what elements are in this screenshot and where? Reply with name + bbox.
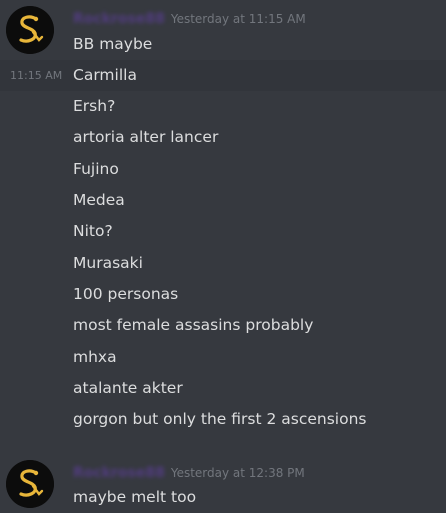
message-row: Nito? <box>0 216 446 247</box>
message-text: 100 personas <box>73 285 179 303</box>
message-row: Ersh? <box>0 91 446 122</box>
timestamp[interactable]: Yesterday at 12:38 PM <box>171 466 305 480</box>
chat-messages: Rockrose88 Yesterday at 11:15 AM BB maybe… <box>0 0 446 512</box>
message-text: most female assasins probably <box>73 316 314 334</box>
message-text: maybe melt too <box>73 488 197 506</box>
message-text: Medea <box>73 191 125 209</box>
message-header: Rockrose88 Yesterday at 11:15 AM <box>73 8 306 28</box>
timestamp[interactable]: Yesterday at 11:15 AM <box>171 12 306 26</box>
message-text: Fujino <box>73 160 119 178</box>
message-row: most female assasins probably <box>0 310 446 341</box>
message-row: 11:15 AM Carmilla <box>0 60 446 91</box>
message-row: Murasaki <box>0 248 446 279</box>
message-row: BB maybe <box>0 29 446 60</box>
message-row: mhxa <box>0 342 446 373</box>
username[interactable]: Rockrose88 <box>73 11 165 27</box>
hover-timestamp[interactable]: 11:15 AM <box>10 60 62 91</box>
message-text: Carmilla <box>73 66 137 84</box>
message-text: gorgon but only the first 2 ascensions <box>73 410 367 428</box>
message-text: mhxa <box>73 348 117 366</box>
message-text: Nito? <box>73 222 113 240</box>
message-row: gorgon but only the first 2 ascensions <box>0 404 446 435</box>
message-text: BB maybe <box>73 35 153 53</box>
message-row: artoria alter lancer <box>0 122 446 153</box>
message-row: 100 personas <box>0 279 446 310</box>
message-text: atalante akter <box>73 379 183 397</box>
message-row: maybe melt too <box>0 482 446 513</box>
username[interactable]: Rockrose88 <box>73 465 165 481</box>
message-text: artoria alter lancer <box>73 128 219 146</box>
message-text: Murasaki <box>73 254 143 272</box>
message-text: Ersh? <box>73 97 116 115</box>
message-row: atalante akter <box>0 373 446 404</box>
message-header: Rockrose88 Yesterday at 12:38 PM <box>73 462 305 482</box>
message-row: Medea <box>0 185 446 216</box>
message-row: Fujino <box>0 154 446 185</box>
